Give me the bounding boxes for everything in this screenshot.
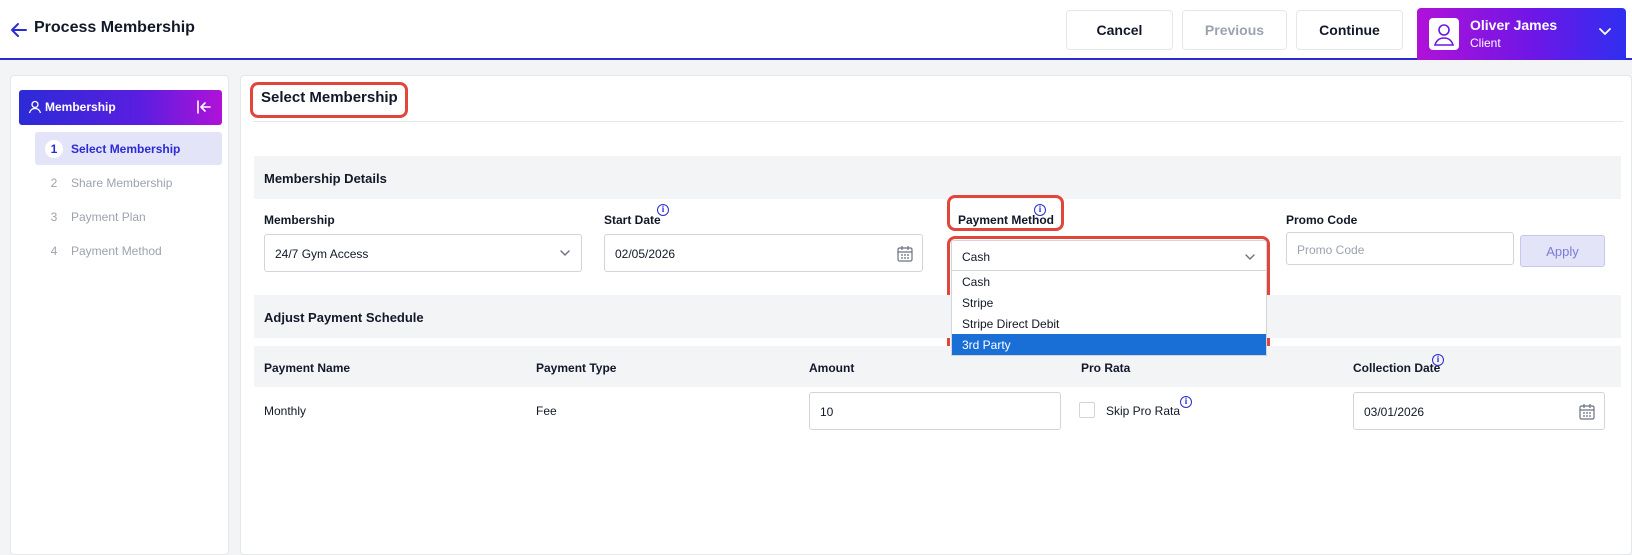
- column-payment-name: Payment Name: [264, 361, 351, 375]
- payment-method-value: Cash: [962, 250, 991, 264]
- back-arrow-icon[interactable]: [10, 20, 28, 40]
- step-share-membership[interactable]: 2 Share Membership: [35, 166, 222, 199]
- option-stripe-direct-debit[interactable]: Stripe Direct Debit: [952, 313, 1266, 334]
- step-number: 4: [50, 244, 58, 258]
- apply-button[interactable]: Apply: [1520, 235, 1605, 267]
- info-icon[interactable]: i: [1034, 204, 1046, 216]
- promo-code-input[interactable]: Promo Code: [1286, 232, 1514, 265]
- step-label: Payment Method: [71, 244, 162, 258]
- chevron-down-icon: [559, 247, 571, 259]
- step-label: Share Membership: [71, 176, 173, 190]
- chevron-down-icon: [1244, 251, 1256, 263]
- step-select-membership[interactable]: 1 Select Membership: [35, 132, 222, 165]
- membership-details-title: Membership Details: [264, 171, 387, 186]
- collapse-sidebar-icon[interactable]: [196, 100, 212, 114]
- section-title: Select Membership: [261, 89, 398, 106]
- top-bar: Process Membership Cancel Previous Conti…: [0, 0, 1632, 60]
- promo-code-placeholder: Promo Code: [1297, 243, 1365, 257]
- step-number: 1: [45, 140, 63, 158]
- start-date-label: Start Date: [604, 213, 661, 227]
- user-avatar-icon: [1429, 18, 1459, 50]
- sidebar: Membership 1 Select Membership 2 Share M…: [10, 75, 229, 555]
- option-3rd-party[interactable]: 3rd Party: [952, 334, 1266, 355]
- promo-code-label: Promo Code: [1286, 213, 1358, 227]
- step-number: 3: [50, 210, 58, 224]
- column-payment-type: Payment Type: [536, 361, 617, 375]
- sidebar-header: Membership: [19, 90, 222, 125]
- start-date-value: 02/05/2026: [615, 247, 676, 261]
- step-label: Select Membership: [71, 142, 181, 156]
- step-payment-plan[interactable]: 3 Payment Plan: [35, 200, 222, 233]
- membership-label: Membership: [264, 213, 335, 227]
- cancel-button[interactable]: Cancel: [1066, 10, 1173, 50]
- step-payment-method[interactable]: 4 Payment Method: [35, 234, 222, 267]
- payment-type-cell: Fee: [536, 404, 557, 418]
- skip-pro-rata-label: Skip Pro Rata: [1106, 404, 1181, 418]
- info-icon[interactable]: i: [1432, 354, 1444, 366]
- user-role: Client: [1470, 36, 1501, 50]
- option-cash[interactable]: Cash: [952, 271, 1266, 292]
- option-stripe[interactable]: Stripe: [952, 292, 1266, 313]
- membership-details-header: Membership Details: [254, 156, 1621, 199]
- membership-value: 24/7 Gym Access: [275, 247, 369, 261]
- payment-method-options: Cash Stripe Stripe Direct Debit 3rd Part…: [951, 270, 1267, 356]
- column-amount: Amount: [809, 361, 855, 375]
- info-icon[interactable]: i: [1180, 396, 1192, 408]
- payment-name-cell: Monthly: [264, 404, 307, 418]
- main-panel: Select Membership Membership Details Mem…: [240, 75, 1632, 555]
- amount-input[interactable]: 10: [809, 392, 1061, 430]
- collection-date-value: 03/01/2026: [1364, 405, 1425, 419]
- amount-value: 10: [820, 405, 834, 419]
- page-title: Process Membership: [34, 19, 195, 36]
- payment-method-select[interactable]: Cash: [951, 240, 1267, 272]
- payment-schedule-header: Adjust Payment Schedule: [254, 295, 1621, 338]
- divider: [253, 121, 1623, 122]
- column-collection-date: Collection Date: [1353, 361, 1441, 375]
- user-icon: [28, 100, 42, 114]
- start-date-field[interactable]: 02/05/2026: [604, 234, 923, 272]
- step-label: Payment Plan: [71, 210, 146, 224]
- step-number: 2: [50, 176, 58, 190]
- chevron-down-icon: [1598, 24, 1612, 38]
- user-name: Oliver James: [1470, 17, 1558, 33]
- collection-date-field[interactable]: 03/01/2026: [1353, 392, 1605, 430]
- sidebar-title: Membership: [45, 100, 116, 114]
- calendar-icon[interactable]: [897, 245, 913, 262]
- membership-select[interactable]: 24/7 Gym Access: [264, 234, 582, 272]
- column-pro-rata: Pro Rata: [1081, 361, 1131, 375]
- calendar-icon[interactable]: [1579, 403, 1595, 420]
- continue-button[interactable]: Continue: [1296, 10, 1403, 50]
- skip-pro-rata-checkbox[interactable]: [1079, 402, 1095, 418]
- user-menu[interactable]: Oliver James Client: [1417, 8, 1626, 60]
- info-icon[interactable]: i: [657, 204, 669, 216]
- previous-button[interactable]: Previous: [1182, 10, 1287, 50]
- payment-schedule-title: Adjust Payment Schedule: [264, 310, 424, 325]
